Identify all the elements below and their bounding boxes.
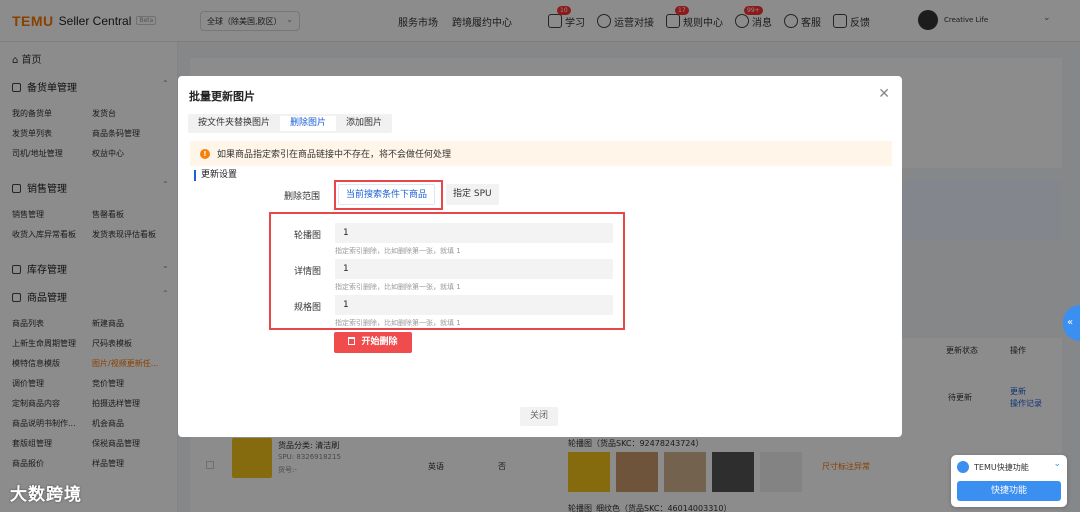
start-delete-label: 开始删除 bbox=[361, 337, 398, 347]
section-heading: 更新设置 bbox=[194, 170, 237, 181]
chevron-down-icon[interactable]: ⌄ bbox=[1053, 459, 1061, 469]
scope-specified-spu-button[interactable]: 指定 SPU bbox=[446, 184, 499, 205]
widget-title-text: TEMU快捷功能 bbox=[974, 462, 1029, 472]
quick-function-button[interactable]: 快捷功能 bbox=[957, 481, 1061, 501]
carousel-index-input[interactable]: 1 bbox=[335, 223, 613, 243]
close-icon[interactable]: ✕ bbox=[878, 86, 890, 102]
detail-field-label: 详情图 bbox=[294, 267, 322, 277]
tab-delete-images[interactable]: 删除图片 bbox=[280, 116, 337, 131]
batch-update-images-dialog: 批量更新图片 ✕ 按文件夹替换图片 删除图片 添加图片 ! 如果商品指定索引在商… bbox=[178, 76, 902, 437]
warning-notice: ! 如果商品指定索引在商品链接中不存在，将不会做任何处理 bbox=[190, 141, 892, 166]
scope-current-search-button[interactable]: 当前搜索条件下商品 bbox=[338, 184, 436, 205]
tab-add-images[interactable]: 添加图片 bbox=[336, 114, 392, 133]
spec-field-label: 规格图 bbox=[294, 303, 322, 313]
spec-index-input[interactable]: 1 bbox=[335, 295, 613, 315]
trash-icon bbox=[348, 337, 356, 345]
close-button[interactable]: 关闭 bbox=[520, 407, 558, 426]
quick-function-widget: TEMU快捷功能 ⌄ 快捷功能 bbox=[951, 455, 1067, 507]
detail-field-hint: 指定索引删除，比如删除第一张，就填 1 bbox=[335, 283, 461, 291]
spec-field-hint: 指定索引删除，比如删除第一张，就填 1 bbox=[335, 319, 461, 327]
carousel-field-hint: 指定索引删除，比如删除第一张，就填 1 bbox=[335, 247, 461, 255]
tab-bar: 按文件夹替换图片 删除图片 添加图片 bbox=[188, 114, 393, 133]
start-delete-button[interactable]: 开始删除 bbox=[334, 332, 412, 353]
assistant-icon bbox=[957, 461, 969, 473]
watermark-logo: 大数跨境 bbox=[10, 485, 82, 505]
carousel-field-label: 轮播图 bbox=[294, 231, 322, 241]
dialog-title: 批量更新图片 bbox=[189, 90, 255, 103]
tab-replace-by-folder[interactable]: 按文件夹替换图片 bbox=[188, 114, 280, 133]
scope-label: 删除范围 bbox=[284, 192, 321, 202]
notice-text: 如果商品指定索引在商品链接中不存在，将不会做任何处理 bbox=[217, 150, 452, 160]
warning-icon: ! bbox=[200, 148, 210, 159]
detail-index-input[interactable]: 1 bbox=[335, 259, 613, 279]
widget-title: TEMU快捷功能 bbox=[957, 461, 1029, 473]
